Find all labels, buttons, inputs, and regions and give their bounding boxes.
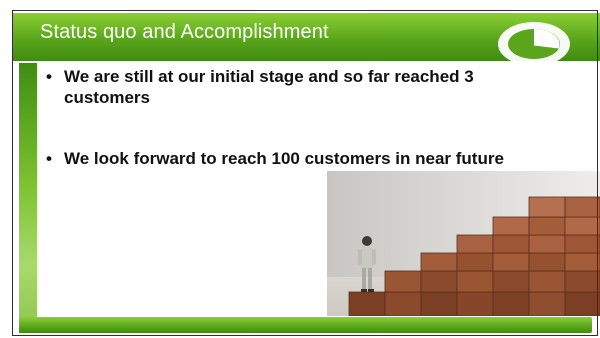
pie-chart-logo-icon xyxy=(498,22,570,66)
slide: Status quo and Accomplishment • We are s… xyxy=(0,0,600,338)
figurine-on-wooden-staircase-image xyxy=(327,171,600,316)
bullet-list: • We are still at our initial stage and … xyxy=(46,66,546,169)
bullet-dot: • xyxy=(46,149,52,168)
left-accent-bar xyxy=(19,63,37,333)
bottom-bar xyxy=(19,317,592,333)
bullet-text: We are still at our initial stage and so… xyxy=(64,67,474,107)
bullet-item: • We are still at our initial stage and … xyxy=(46,66,546,108)
bullet-item: • We look forward to reach 100 customers… xyxy=(46,148,544,169)
bullet-text: We look forward to reach 100 customers i… xyxy=(64,149,504,168)
bullet-dot: • xyxy=(46,67,52,86)
slide-title: Status quo and Accomplishment xyxy=(40,21,329,43)
